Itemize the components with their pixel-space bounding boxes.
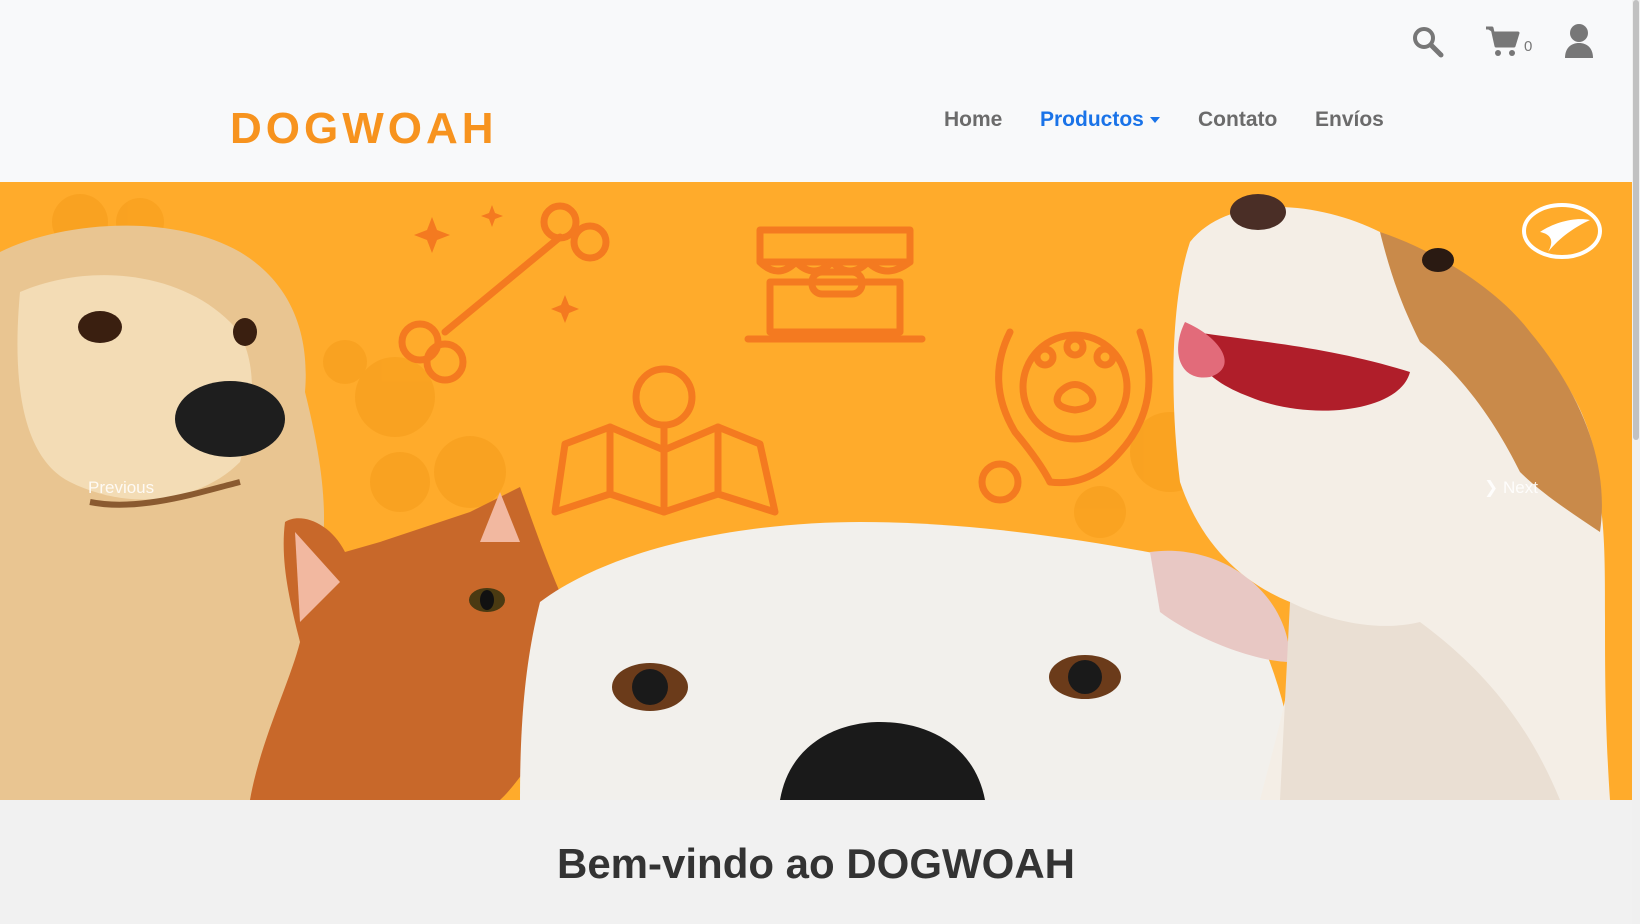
brand-logo[interactable]: DOGWOAH: [230, 104, 498, 154]
carousel-next[interactable]: ❯ Next: [1484, 478, 1538, 498]
hero-banner-image: [0, 194, 1610, 800]
nav-productos-label: Productos: [1040, 108, 1144, 131]
cart-button[interactable]: 0: [1484, 24, 1544, 60]
carousel-next-label: Next: [1502, 478, 1538, 497]
nav-envios[interactable]: Envíos: [1315, 108, 1384, 132]
cart-icon: [1486, 26, 1520, 56]
carousel-prev[interactable]: Previous: [88, 478, 154, 498]
nav-home[interactable]: Home: [944, 108, 1002, 132]
cart-count-badge: 0: [1524, 38, 1533, 55]
nav-contato[interactable]: Contato: [1198, 108, 1277, 132]
page-scrollbar[interactable]: [1632, 0, 1640, 924]
nav-productos-dropdown[interactable]: Productos: [1040, 108, 1160, 132]
search-icon[interactable]: [1410, 24, 1446, 60]
top-header: 0 DOGWOAH Home Productos Contato Envíos: [0, 0, 1632, 182]
carousel-indicators: [790, 793, 840, 806]
caret-down-icon: [1149, 117, 1160, 124]
scrollbar-thumb[interactable]: [1633, 0, 1639, 440]
hero-carousel: Previous ❯ Next: [0, 182, 1632, 800]
chevron-right-icon: ❯: [1484, 478, 1499, 497]
user-icon[interactable]: [1562, 22, 1596, 60]
welcome-heading: Bem-vindo ao DOGWOAH: [556, 840, 1075, 887]
welcome-section: Bem-vindo ao DOGWOAH: [0, 800, 1632, 924]
